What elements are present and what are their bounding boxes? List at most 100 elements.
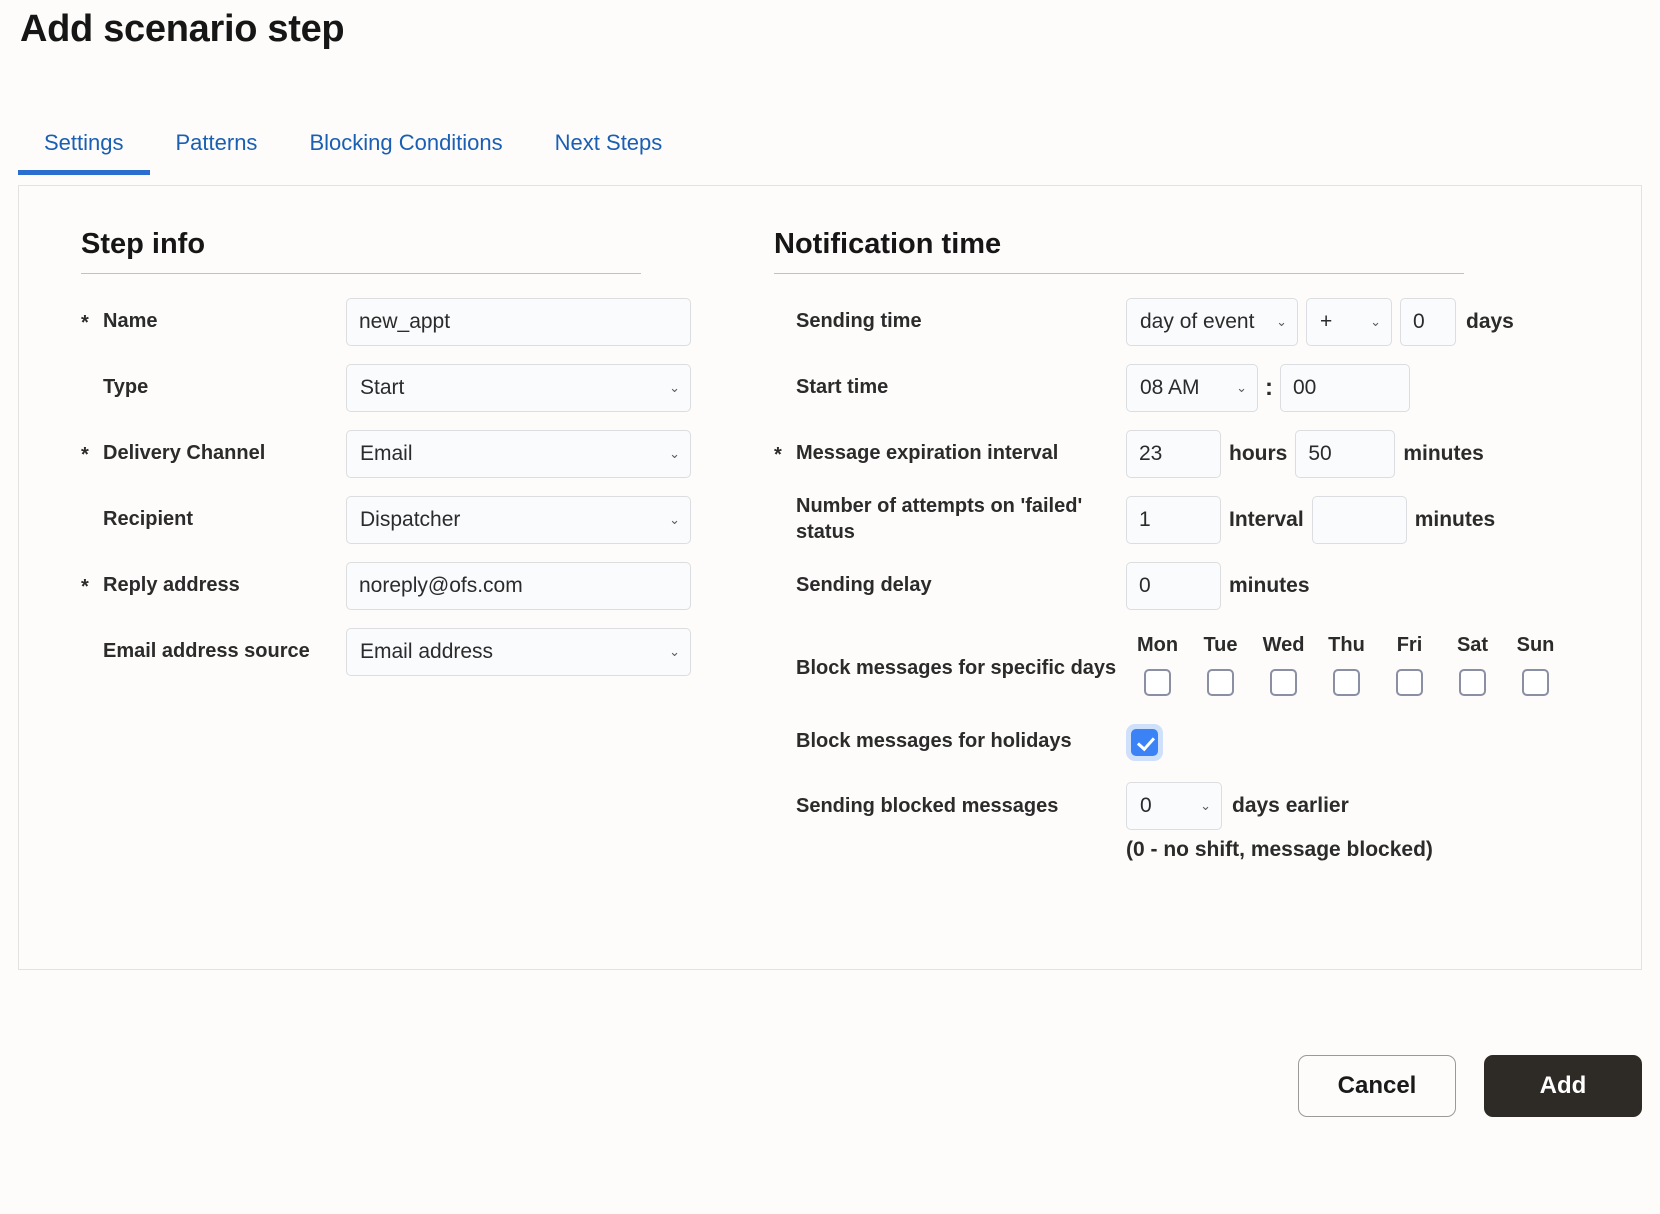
message-expiration-hours-input[interactable]	[1126, 430, 1221, 478]
weekday-header-row: Mon Tue Wed Thu Fri Sat Sun	[1126, 634, 1567, 657]
field-row-recipient: Recipient Dispatcher ⌄	[81, 494, 721, 546]
checkbox-block-sun[interactable]	[1522, 669, 1549, 696]
checkbox-block-holidays[interactable]	[1131, 728, 1158, 756]
field-row-sending-blocked-messages: Sending blocked messages 0 ⌄ days earlie…	[774, 782, 1574, 862]
spacer-sending-time	[774, 321, 796, 323]
sending-time-unit-label: days	[1466, 310, 1514, 333]
reply-address-input[interactable]	[346, 562, 691, 610]
label-sending-blocked-messages: Sending blocked messages	[796, 795, 1059, 817]
sending-time-base-select[interactable]: day of event	[1126, 298, 1298, 346]
label-attempts-failed: Number of attempts on 'failed' status	[796, 495, 1083, 543]
spacer-start-time	[774, 387, 796, 389]
weekday-label-wed: Wed	[1262, 634, 1305, 656]
field-row-sending-time: Sending time day of event ⌄ + ⌄ days	[774, 296, 1574, 348]
sending-blocked-hint: (0 - no shift, message blocked)	[1126, 838, 1433, 861]
label-type: Type	[103, 376, 149, 399]
required-asterisk-message-expiration: *	[774, 444, 782, 466]
tab-patterns[interactable]: Patterns	[150, 130, 284, 174]
weekday-checkbox-row	[1126, 669, 1567, 696]
start-time-hour-wrap: 08 AM ⌄	[1126, 364, 1258, 412]
field-row-block-holidays: Block messages for holidays	[774, 716, 1574, 768]
label-reply-address: Reply address	[103, 574, 240, 597]
tab-next-steps[interactable]: Next Steps	[529, 130, 689, 174]
field-row-reply-address: * Reply address	[81, 560, 721, 612]
sending-delay-input[interactable]	[1126, 562, 1221, 610]
email-address-source-select[interactable]: Email address	[346, 628, 691, 676]
field-row-name: * Name	[81, 296, 721, 348]
sending-delay-unit: minutes	[1229, 574, 1310, 597]
required-asterisk-reply-address: *	[81, 576, 89, 598]
recipient-select-wrap: Dispatcher ⌄	[346, 496, 691, 544]
tab-blocking-conditions[interactable]: Blocking Conditions	[283, 130, 528, 174]
checkbox-block-wed[interactable]	[1270, 669, 1297, 696]
weekday-label-mon: Mon	[1136, 634, 1179, 656]
delivery-channel-select-wrap: Email ⌄	[346, 430, 691, 478]
field-row-attempts-failed: Number of attempts on 'failed' status In…	[774, 494, 1574, 546]
add-button[interactable]: Add	[1484, 1055, 1642, 1117]
field-row-block-specific-days: Block messages for specific days Mon Tue…	[774, 634, 1574, 696]
email-address-source-select-wrap: Email address ⌄	[346, 628, 691, 676]
attempts-count-input[interactable]	[1126, 496, 1221, 544]
checkbox-focus-ring	[1126, 723, 1163, 761]
notification-time-section: Notification time Sending time day of ev…	[774, 228, 1574, 876]
sending-time-sign-wrap: + ⌄	[1306, 298, 1392, 346]
label-recipient: Recipient	[103, 508, 194, 531]
field-row-sending-delay: Sending delay minutes	[774, 560, 1574, 612]
label-block-specific-days: Block messages for specific days	[796, 657, 1117, 679]
cancel-button[interactable]: Cancel	[1298, 1055, 1456, 1117]
attempts-interval-input[interactable]	[1311, 496, 1407, 544]
checkbox-block-mon[interactable]	[1144, 669, 1171, 696]
add-scenario-step-dialog: Add scenario step Settings Patterns Bloc…	[0, 0, 1660, 1214]
label-sending-delay: Sending delay	[796, 574, 932, 597]
label-start-time: Start time	[796, 376, 889, 399]
spacer-email-address-source	[81, 651, 103, 653]
message-expiration-hours-unit: hours	[1229, 442, 1288, 465]
spacer-sending-delay	[774, 585, 796, 587]
settings-panel: Step info * Name Type Start ⌄ * Delivery…	[18, 186, 1642, 970]
sending-blocked-days-wrap: 0 ⌄	[1126, 782, 1222, 830]
notification-time-heading: Notification time	[774, 228, 1464, 274]
required-asterisk-delivery-channel: *	[81, 444, 89, 466]
sending-blocked-unit-label: days earlier	[1232, 794, 1349, 817]
type-select[interactable]: Start	[346, 364, 691, 412]
name-input[interactable]	[346, 298, 691, 346]
checkbox-block-sat[interactable]	[1459, 669, 1486, 696]
checkbox-block-fri[interactable]	[1396, 669, 1423, 696]
sending-time-offset-input[interactable]	[1400, 298, 1456, 346]
delivery-channel-select[interactable]: Email	[346, 430, 691, 478]
recipient-select[interactable]: Dispatcher	[346, 496, 691, 544]
spacer-attempts-failed	[774, 519, 796, 521]
label-name: Name	[103, 310, 158, 333]
tab-bar: Settings Patterns Blocking Conditions Ne…	[18, 130, 1642, 186]
weekday-label-thu: Thu	[1328, 634, 1365, 656]
tab-settings[interactable]: Settings	[18, 130, 150, 175]
weekday-label-sat: Sat	[1456, 634, 1489, 656]
weekday-label-tue: Tue	[1203, 634, 1238, 656]
step-info-heading: Step info	[81, 228, 641, 274]
attempts-interval-unit: minutes	[1414, 508, 1496, 531]
field-row-delivery-channel: * Delivery Channel Email ⌄	[81, 428, 721, 480]
spacer-type	[81, 387, 103, 389]
weekday-checkbox-grid: Mon Tue Wed Thu Fri Sat Sun	[1126, 634, 1567, 696]
message-expiration-minutes-input[interactable]	[1295, 430, 1396, 478]
required-asterisk-name: *	[81, 312, 89, 334]
start-time-separator: :	[1265, 374, 1273, 401]
type-select-wrap: Start ⌄	[346, 364, 691, 412]
dialog-footer: Cancel Add	[18, 1055, 1642, 1117]
field-row-email-address-source: Email address source Email address ⌄	[81, 626, 721, 678]
label-delivery-channel: Delivery Channel	[103, 442, 266, 465]
field-row-start-time: Start time 08 AM ⌄ :	[774, 362, 1574, 414]
checkbox-block-tue[interactable]	[1207, 669, 1234, 696]
weekday-label-sun: Sun	[1516, 634, 1555, 656]
start-time-minute-input[interactable]	[1280, 364, 1410, 412]
page-title: Add scenario step	[20, 8, 345, 50]
spacer-sending-blocked-messages	[774, 782, 796, 784]
sending-time-sign-select[interactable]: +	[1306, 298, 1392, 346]
field-row-message-expiration-interval: * Message expiration interval hours minu…	[774, 428, 1574, 480]
label-email-address-source: Email address source	[103, 640, 310, 663]
sending-blocked-days-select[interactable]: 0	[1126, 782, 1222, 830]
weekday-label-fri: Fri	[1396, 634, 1423, 656]
checkbox-block-thu[interactable]	[1333, 669, 1360, 696]
label-block-holidays: Block messages for holidays	[796, 730, 1072, 753]
start-time-hour-select[interactable]: 08 AM	[1126, 364, 1258, 412]
